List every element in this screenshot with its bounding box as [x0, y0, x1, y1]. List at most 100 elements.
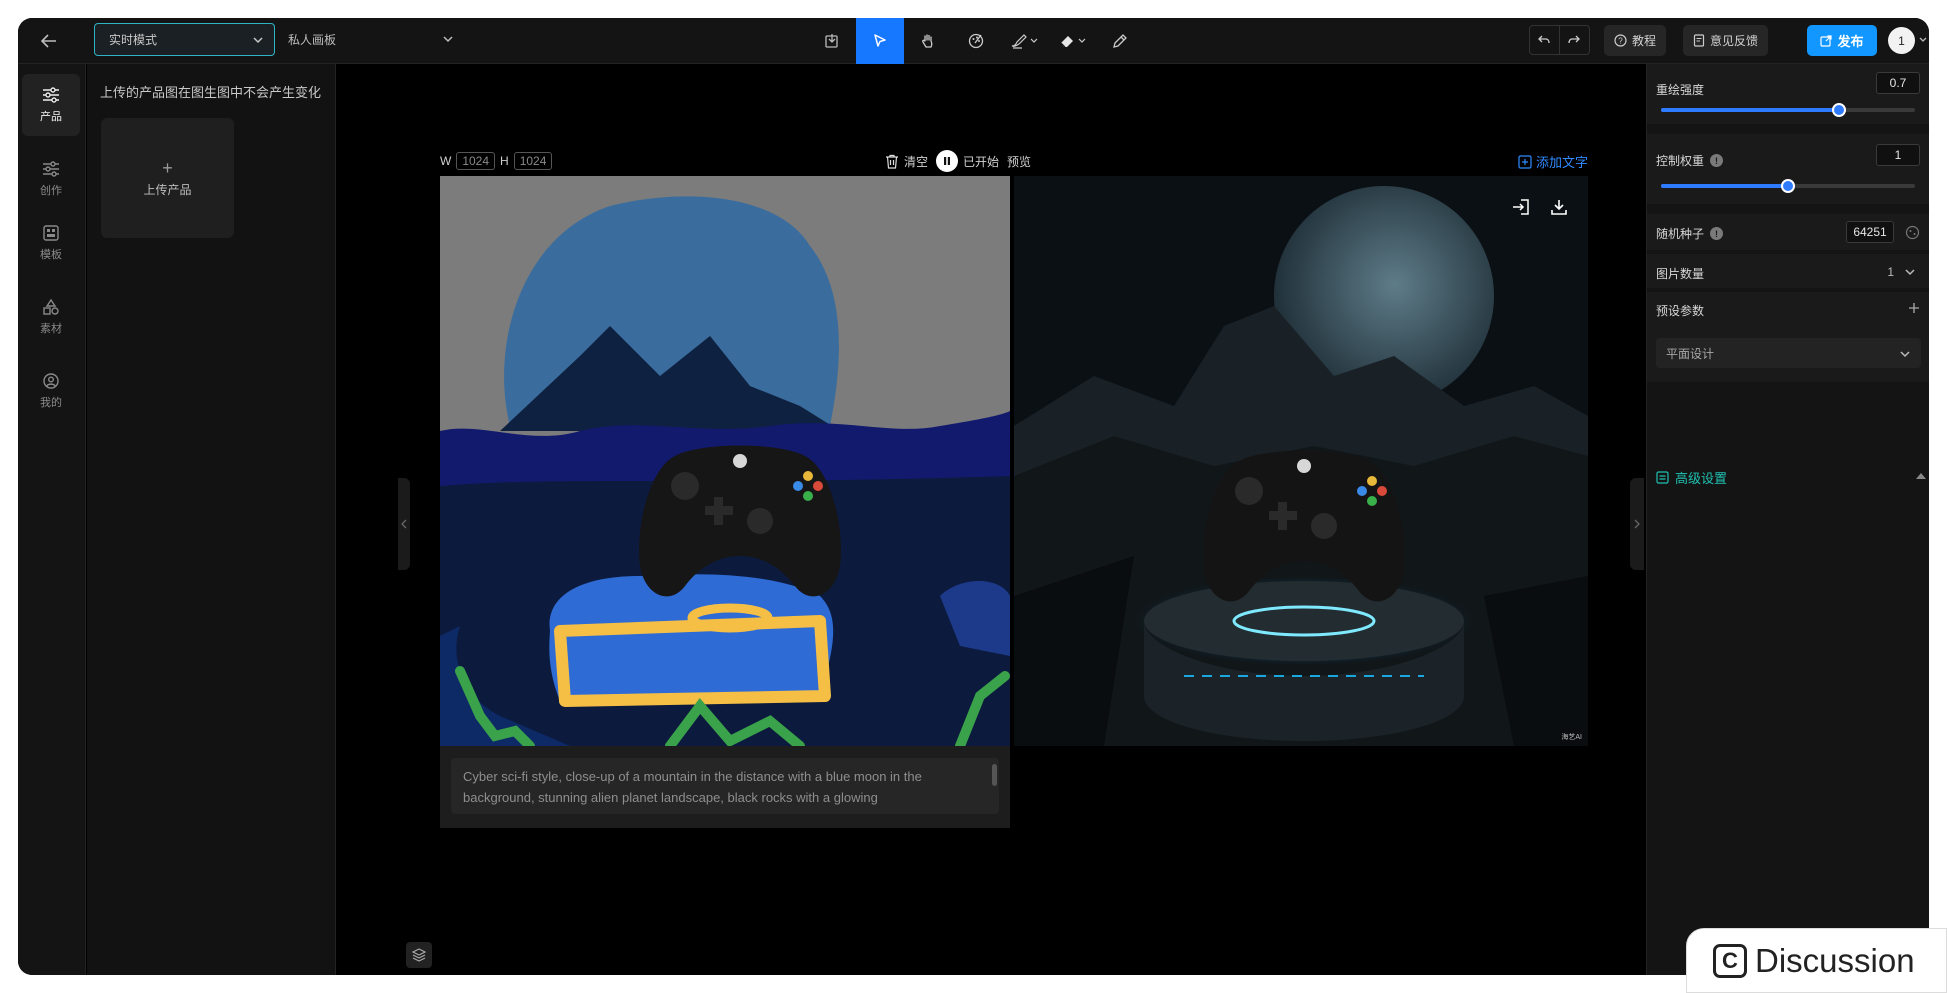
generated-image[interactable]: 海艺AI — [1014, 176, 1588, 746]
download-button[interactable] — [1544, 192, 1574, 222]
preset-select[interactable]: 平面设计 — [1656, 338, 1921, 368]
brush-icon — [1011, 34, 1038, 49]
document-icon — [1693, 34, 1705, 47]
discussion-label: Discussion — [1755, 941, 1915, 979]
left-nav-rail: 产品 创作 模板 素材 我的 — [18, 64, 86, 975]
nav-item-label: 创作 — [40, 185, 62, 197]
watermark: 海艺AI — [1561, 734, 1582, 741]
seed-label-wrap: 随机种子 ! — [1656, 225, 1724, 242]
publish-button[interactable]: 发布 — [1807, 25, 1877, 56]
image-count-select[interactable]: 1 — [1887, 265, 1916, 279]
top-toolbar: 实时模式 私人画板 ? 教程 意见反馈 发布 1 — [18, 18, 1929, 64]
tool-eraser[interactable] — [1048, 18, 1096, 64]
product-hint: 上传的产品图在图生图中不会产生变化 — [100, 85, 322, 100]
info-icon[interactable]: ! — [1710, 154, 1724, 167]
preset-label: 预设参数 — [1656, 304, 1705, 318]
image-count-section: 图片数量 1 — [1647, 254, 1929, 288]
board-select-value: 私人画板 — [288, 33, 337, 47]
pause-button[interactable]: 已开始 — [936, 150, 999, 172]
width-input[interactable]: 1024 — [456, 152, 496, 170]
width-label: W — [440, 154, 452, 168]
clear-button[interactable]: 清空 — [885, 153, 928, 170]
avatar[interactable]: 1 — [1888, 27, 1915, 54]
nav-item-create[interactable]: 创作 — [22, 148, 80, 210]
slider-knob[interactable] — [1832, 103, 1846, 117]
image-count-value: 1 — [1887, 265, 1894, 279]
undo-redo-group — [1529, 25, 1590, 55]
sketch-drawing — [440, 176, 1010, 746]
mode-select[interactable]: 实时模式 — [94, 23, 275, 56]
tool-import[interactable] — [808, 18, 856, 64]
prompt-scrollbar[interactable] — [992, 764, 997, 786]
dice-icon[interactable] — [1905, 225, 1920, 240]
preset-section: 预设参数 平面设计 — [1647, 292, 1929, 382]
discussion-button[interactable]: C Discussion — [1686, 928, 1947, 993]
back-button[interactable] — [36, 28, 62, 54]
redraw-strength-section: 重绘强度 0.7 — [1647, 64, 1929, 124]
app-window: 实时模式 私人画板 ? 教程 意见反馈 发布 1 产品 创作 模板 素材 我的 … — [18, 18, 1929, 975]
tutorial-button[interactable]: ? 教程 — [1604, 25, 1667, 56]
tool-pen[interactable] — [1096, 18, 1144, 64]
nav-item-product[interactable]: 产品 — [22, 74, 80, 136]
feedback-button[interactable]: 意见反馈 — [1683, 25, 1769, 56]
slider-knob[interactable] — [1781, 179, 1795, 193]
upload-product-label: 上传产品 — [143, 182, 192, 197]
redraw-strength-input[interactable]: 0.7 — [1876, 72, 1920, 94]
height-input[interactable]: 1024 — [513, 152, 553, 170]
nav-item-materials[interactable]: 素材 — [22, 286, 80, 348]
sketch-canvas[interactable] — [440, 176, 1010, 746]
tool-brush[interactable] — [1000, 18, 1048, 64]
control-weight-slider[interactable] — [1661, 179, 1915, 193]
nav-item-label: 素材 — [40, 323, 62, 335]
control-weight-section: 控制权重 ! 1 — [1647, 134, 1929, 204]
settings-panel: 重绘强度 0.7 控制权重 ! 1 随机种子 ! 64251 图片数量 1 预设… — [1646, 64, 1929, 975]
tutorial-label: 教程 — [1632, 34, 1657, 48]
redo-icon — [1568, 35, 1581, 44]
publish-label: 发布 — [1837, 34, 1864, 49]
board-select[interactable]: 私人画板 — [288, 23, 454, 56]
tool-select[interactable] — [856, 18, 904, 64]
sliders-icon — [43, 87, 59, 103]
image-actions — [1506, 192, 1574, 222]
palette-icon — [968, 33, 984, 49]
prompt-input[interactable]: Cyber sci-fi style, close-up of a mounta… — [451, 758, 999, 814]
tool-hand[interactable] — [904, 18, 952, 64]
chevron-left-icon — [401, 519, 407, 529]
layers-button[interactable] — [406, 942, 432, 968]
undo-button[interactable] — [1530, 26, 1560, 54]
tool-palette[interactable] — [952, 18, 1000, 64]
send-to-canvas-button[interactable] — [1506, 192, 1536, 222]
prompt-text: Cyber sci-fi style, close-up of a mounta… — [463, 769, 922, 805]
clear-label: 清空 — [904, 154, 929, 169]
copyright-icon: C — [1713, 943, 1747, 978]
nav-item-templates[interactable]: 模板 — [22, 212, 80, 274]
eraser-icon — [1060, 36, 1086, 48]
seed-input[interactable]: 64251 — [1846, 221, 1894, 243]
advanced-settings-toggle[interactable]: 高级设置 — [1656, 457, 1926, 497]
slider-fill — [1661, 184, 1788, 188]
add-text-label: 添加文字 — [1535, 155, 1588, 170]
collapse-right-panel-button[interactable] — [1630, 478, 1644, 570]
control-weight-input[interactable]: 1 — [1876, 144, 1920, 166]
add-text-button[interactable]: 添加文字 — [1518, 152, 1588, 171]
chevron-down-icon[interactable] — [1918, 35, 1928, 45]
nav-item-label: 产品 — [40, 111, 62, 123]
redraw-strength-slider[interactable] — [1661, 103, 1915, 117]
upload-product-button[interactable]: + 上传产品 — [101, 118, 234, 238]
login-icon — [1513, 199, 1529, 215]
seed-section: 随机种子 ! 64251 — [1647, 214, 1929, 250]
advanced-settings-label: 高级设置 — [1675, 470, 1728, 486]
info-icon[interactable]: ! — [1710, 227, 1724, 240]
user-icon — [43, 373, 59, 389]
preview-button[interactable]: 预览 — [1007, 153, 1031, 170]
plus-icon[interactable] — [1908, 302, 1920, 314]
preset-value: 平面设计 — [1666, 346, 1715, 361]
help-circle-icon: ? — [1614, 34, 1627, 47]
collapse-left-panel-button[interactable] — [398, 478, 410, 570]
redraw-strength-label: 重绘强度 — [1656, 83, 1705, 97]
redo-button[interactable] — [1560, 26, 1589, 54]
chevron-down-icon — [443, 36, 453, 43]
nav-item-mine[interactable]: 我的 — [22, 360, 80, 422]
preview-label: 预览 — [1007, 154, 1032, 169]
download-icon — [1551, 200, 1567, 215]
